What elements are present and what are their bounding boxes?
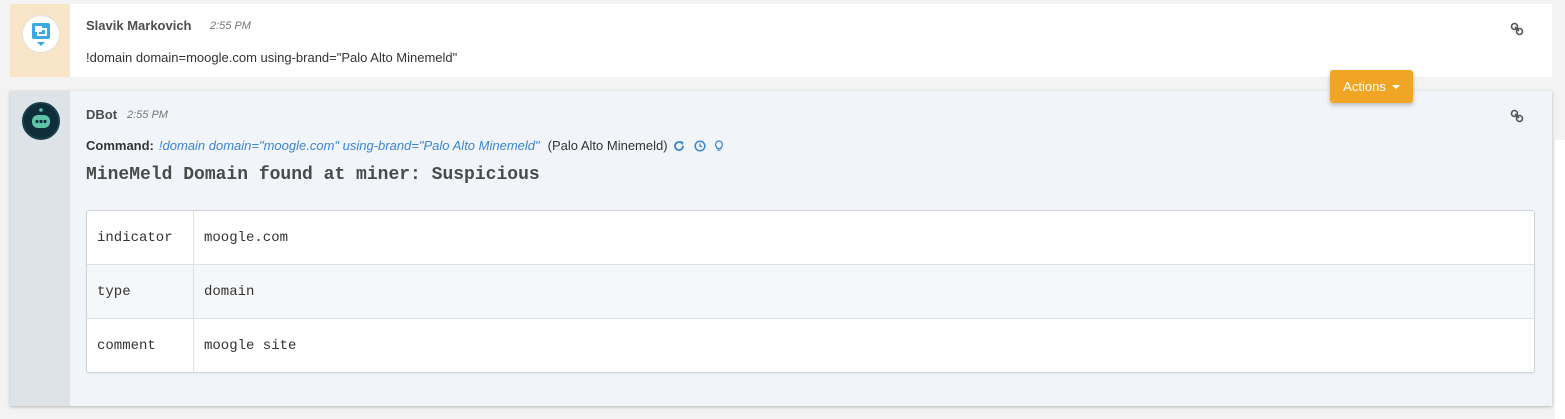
table-key-cell: type <box>87 265 194 319</box>
result-table: indicator moogle.com type domain comment… <box>86 210 1535 373</box>
command-brand: (Palo Alto Minemeld) <box>547 138 668 153</box>
bot-message-time: 2:55 PM <box>127 109 168 121</box>
command-line: Command: !domain domain="moogle.com" usi… <box>86 138 725 153</box>
bot-message: DBot 2:55 PM Command: !domain domain="mo… <box>10 91 1552 406</box>
table-value-cell: domain <box>194 265 1534 319</box>
chevron-down-icon <box>1391 84 1400 89</box>
table-row: type domain <box>87 265 1534 319</box>
command-link[interactable]: !domain domain="moogle.com" using-brand=… <box>159 138 540 153</box>
chat-bubble-icon <box>32 23 50 46</box>
page-edge <box>1555 140 1565 419</box>
table-row: indicator moogle.com <box>87 211 1534 265</box>
table-row: comment moogle site <box>87 319 1534 372</box>
user-message-text: !domain domain=moogle.com using-brand="P… <box>86 50 458 65</box>
bot-sender-name: DBot <box>86 107 118 122</box>
lightbulb-icon[interactable] <box>713 139 725 152</box>
bot-avatar[interactable] <box>22 102 60 140</box>
user-avatar[interactable] <box>22 15 60 53</box>
table-key-cell: comment <box>87 319 194 372</box>
result-title: MineMeld Domain found at miner: Suspicio… <box>86 165 540 185</box>
robot-icon <box>32 108 50 128</box>
refresh-icon[interactable] <box>673 140 685 152</box>
link-icon[interactable] <box>1510 109 1524 123</box>
user-message-gutter <box>10 4 70 77</box>
table-key-cell: indicator <box>87 211 194 265</box>
user-message-time: 2:55 PM <box>210 20 251 32</box>
link-icon[interactable] <box>1510 22 1524 36</box>
table-value-cell: moogle site <box>204 337 297 354</box>
clock-icon[interactable] <box>694 139 706 152</box>
actions-button-label: Actions <box>1343 79 1386 94</box>
table-value-cell: moogle.com <box>194 211 1534 265</box>
command-label: Command: <box>86 138 154 153</box>
bot-message-gutter <box>10 91 70 406</box>
actions-button[interactable]: Actions <box>1330 70 1413 103</box>
user-sender-name: Slavik Markovich <box>86 18 192 33</box>
user-message: Slavik Markovich 2:55 PM !domain domain=… <box>10 4 1552 77</box>
